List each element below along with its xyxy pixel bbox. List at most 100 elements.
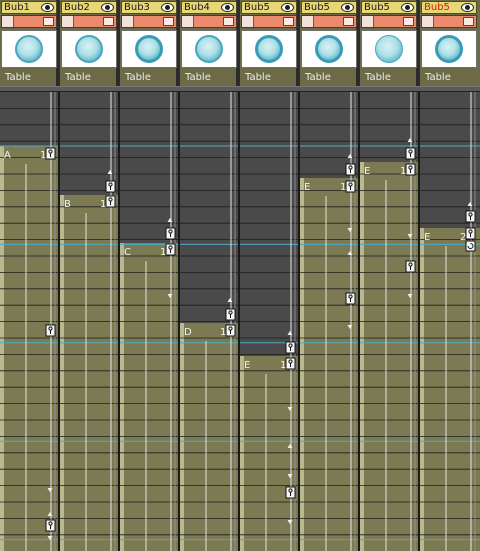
slider-toggle-button[interactable] bbox=[103, 17, 114, 26]
slider-toggle-button[interactable] bbox=[343, 17, 354, 26]
exposed-cells[interactable] bbox=[300, 178, 358, 551]
track-header-bar: Bub1 Table Bub2 Table Bub3 Table Bub4 Ta… bbox=[0, 0, 480, 88]
opacity-slider[interactable] bbox=[1, 15, 57, 28]
bubble-drawing-icon bbox=[135, 35, 163, 63]
track-name: Bub5 bbox=[244, 2, 270, 13]
track-title-bar[interactable]: Bub5 bbox=[361, 1, 417, 14]
cell-drag-bar[interactable] bbox=[60, 195, 64, 551]
track-title-bar[interactable]: Bub5 bbox=[301, 1, 357, 14]
slider-toggle-button[interactable] bbox=[403, 17, 414, 26]
cell-drag-bar[interactable] bbox=[240, 356, 244, 551]
track-header-6[interactable]: Bub5 Table bbox=[300, 0, 358, 86]
cell-drag-bar[interactable] bbox=[360, 162, 364, 551]
cell-count: 1 bbox=[280, 360, 286, 371]
visibility-eye-icon[interactable] bbox=[401, 3, 414, 12]
cell-drag-bar[interactable] bbox=[180, 323, 184, 551]
visibility-eye-icon[interactable] bbox=[461, 3, 474, 12]
exposed-cells[interactable] bbox=[120, 243, 178, 551]
slider-toggle-button[interactable] bbox=[463, 17, 474, 26]
opacity-slider[interactable] bbox=[121, 15, 177, 28]
opacity-slider[interactable] bbox=[301, 15, 357, 28]
track-name: Bub5 bbox=[304, 2, 330, 13]
track-header-5[interactable]: Bub5 Table bbox=[240, 0, 298, 86]
bubble-drawing-icon bbox=[375, 35, 403, 63]
cell-count: 2 bbox=[460, 232, 466, 243]
track-name: Bub4 bbox=[184, 2, 210, 13]
layer-thumbnail[interactable] bbox=[1, 30, 57, 68]
cell-count: 1 bbox=[40, 150, 46, 161]
opacity-slider[interactable] bbox=[361, 15, 417, 28]
visibility-eye-icon[interactable] bbox=[101, 3, 114, 12]
slider-knob[interactable] bbox=[2, 16, 14, 27]
track-header-2[interactable]: Bub2 Table bbox=[60, 0, 118, 86]
opacity-slider[interactable] bbox=[181, 15, 237, 28]
layer-thumbnail[interactable] bbox=[121, 30, 177, 68]
track-title-bar[interactable]: Bub5 bbox=[241, 1, 297, 14]
track-label: Table bbox=[65, 72, 91, 83]
track-title-bar[interactable]: Bub3 bbox=[121, 1, 177, 14]
visibility-eye-icon[interactable] bbox=[161, 3, 174, 12]
visibility-eye-icon[interactable] bbox=[41, 3, 54, 12]
cell-label: D bbox=[184, 327, 192, 338]
empty-cells[interactable] bbox=[240, 92, 298, 356]
slider-knob[interactable] bbox=[182, 16, 194, 27]
track-header-8[interactable]: Bub5 Table bbox=[420, 0, 480, 86]
track-name: Bub5 bbox=[424, 2, 450, 13]
cell-label: E bbox=[364, 166, 370, 177]
layer-thumbnail[interactable] bbox=[241, 30, 297, 68]
slider-knob[interactable] bbox=[422, 16, 434, 27]
bubble-drawing-icon bbox=[195, 35, 223, 63]
track-title-bar[interactable]: Bub5 bbox=[421, 1, 477, 14]
slider-knob[interactable] bbox=[242, 16, 254, 27]
slider-knob[interactable] bbox=[62, 16, 74, 27]
slider-toggle-button[interactable] bbox=[223, 17, 234, 26]
empty-cells[interactable] bbox=[180, 92, 238, 323]
layer-thumbnail[interactable] bbox=[301, 30, 357, 68]
slider-knob[interactable] bbox=[362, 16, 374, 27]
track-label: Table bbox=[365, 72, 391, 83]
track-header-4[interactable]: Bub4 Table bbox=[180, 0, 238, 86]
track-title-bar[interactable]: Bub2 bbox=[61, 1, 117, 14]
track-header-3[interactable]: Bub3 Table bbox=[120, 0, 178, 86]
opacity-slider[interactable] bbox=[421, 15, 477, 28]
exposure-sheet-grid[interactable]: A 1 B 1 C 1 D 1 E 1 E 1 E 1 E 2 bbox=[0, 92, 480, 551]
cell-count: 1 bbox=[220, 327, 226, 338]
slider-toggle-button[interactable] bbox=[283, 17, 294, 26]
layer-thumbnail[interactable] bbox=[181, 30, 237, 68]
opacity-slider[interactable] bbox=[61, 15, 117, 28]
exposed-cells[interactable] bbox=[60, 195, 118, 551]
slider-toggle-button[interactable] bbox=[43, 17, 54, 26]
cell-drag-bar[interactable] bbox=[300, 178, 304, 551]
bubble-drawing-icon bbox=[75, 35, 103, 63]
visibility-eye-icon[interactable] bbox=[221, 3, 234, 12]
cell-count: 1 bbox=[340, 182, 346, 193]
cell-label: E bbox=[424, 232, 430, 243]
layer-thumbnail[interactable] bbox=[421, 30, 477, 68]
cell-label: A bbox=[4, 150, 11, 161]
bubble-drawing-icon bbox=[435, 35, 463, 63]
cell-drag-bar[interactable] bbox=[120, 243, 124, 551]
cycle-toggle-icon[interactable] bbox=[465, 240, 476, 252]
slider-toggle-button[interactable] bbox=[163, 17, 174, 26]
cell-drag-bar[interactable] bbox=[420, 228, 424, 551]
slider-knob[interactable] bbox=[122, 16, 134, 27]
slider-knob[interactable] bbox=[302, 16, 314, 27]
track-title-bar[interactable]: Bub1 bbox=[1, 1, 57, 14]
cell-label: B bbox=[64, 199, 71, 210]
exposed-cells[interactable] bbox=[180, 323, 238, 551]
layer-thumbnail[interactable] bbox=[361, 30, 417, 68]
layer-thumbnail[interactable] bbox=[61, 30, 117, 68]
visibility-eye-icon[interactable] bbox=[341, 3, 354, 12]
bubble-drawing-icon bbox=[315, 35, 343, 63]
bubble-drawing-icon bbox=[255, 35, 283, 63]
track-label: Table bbox=[305, 72, 331, 83]
opacity-slider[interactable] bbox=[241, 15, 297, 28]
empty-cells[interactable] bbox=[60, 92, 118, 195]
track-header-1[interactable]: Bub1 Table bbox=[0, 0, 58, 86]
visibility-eye-icon[interactable] bbox=[281, 3, 294, 12]
cell-label: C bbox=[124, 247, 131, 258]
track-title-bar[interactable]: Bub4 bbox=[181, 1, 237, 14]
track-header-7[interactable]: Bub5 Table bbox=[360, 0, 418, 86]
exposed-cells[interactable] bbox=[360, 162, 418, 551]
empty-cells[interactable] bbox=[0, 92, 58, 146]
